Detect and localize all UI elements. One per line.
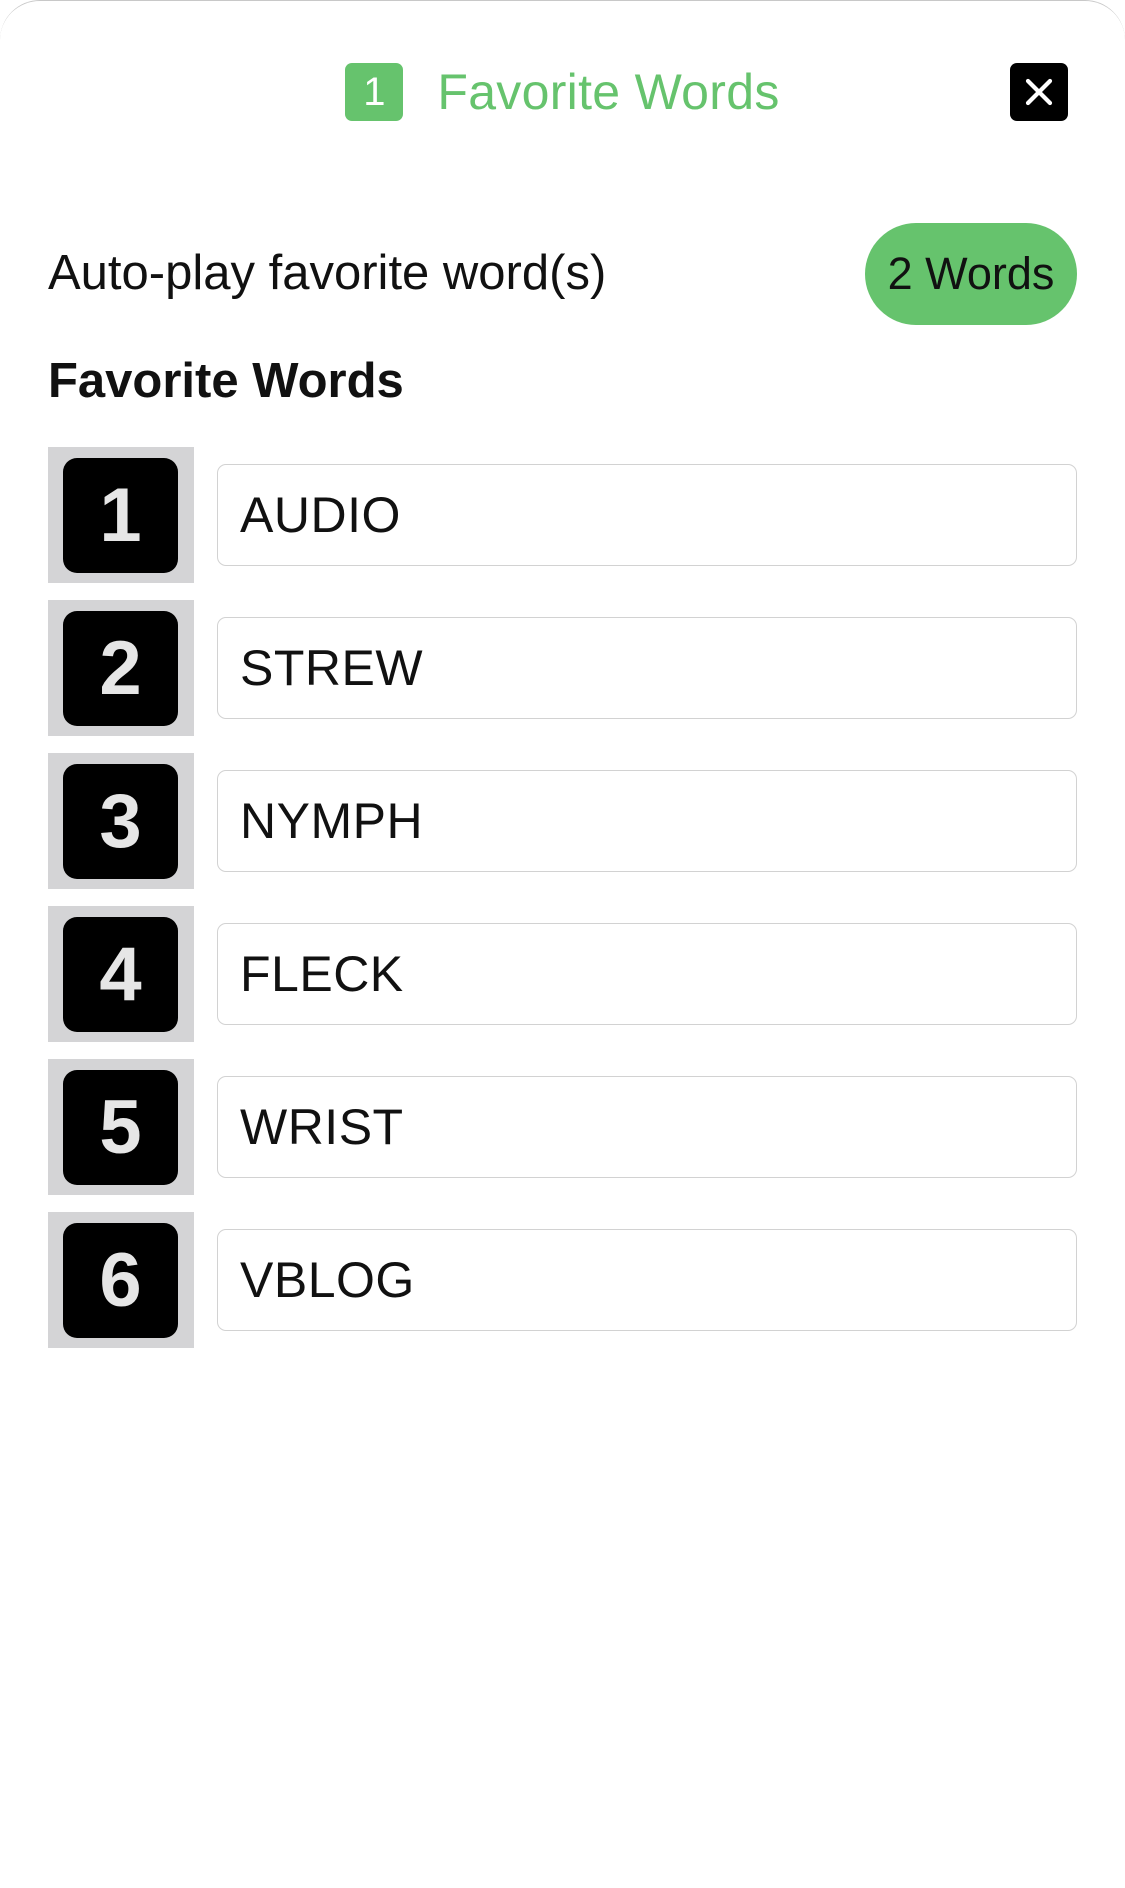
number-tile: 4 <box>48 906 194 1042</box>
word-field[interactable]: STREW <box>217 617 1077 719</box>
favorite-words-list: 1 AUDIO 2 STREW 3 NYMPH 4 FLECK 5 WRIST … <box>48 447 1077 1365</box>
list-item: 5 WRIST <box>48 1059 1077 1195</box>
number-tile: 2 <box>48 600 194 736</box>
number-key: 3 <box>63 764 178 879</box>
favorite-words-sheet: 1 Favorite Words Auto-play favorite word… <box>0 0 1125 1888</box>
number-key: 4 <box>63 917 178 1032</box>
list-item: 4 FLECK <box>48 906 1077 1042</box>
number-tile: 1 <box>48 447 194 583</box>
number-key: 6 <box>63 1223 178 1338</box>
page-title: Favorite Words <box>437 64 780 120</box>
word-field[interactable]: VBLOG <box>217 1229 1077 1331</box>
sheet-header: 1 Favorite Words <box>0 1 1125 181</box>
list-item: 2 STREW <box>48 600 1077 736</box>
autoplay-row: Auto-play favorite word(s) 2 Words <box>48 223 1077 325</box>
number-tile: 5 <box>48 1059 194 1195</box>
word-field[interactable]: FLECK <box>217 923 1077 1025</box>
number-key: 1 <box>63 458 178 573</box>
word-field[interactable]: NYMPH <box>217 770 1077 872</box>
close-icon <box>1025 78 1053 106</box>
autoplay-count-button[interactable]: 2 Words <box>865 223 1077 325</box>
title-badge: 1 <box>345 63 404 121</box>
number-tile: 3 <box>48 753 194 889</box>
number-tile: 6 <box>48 1212 194 1348</box>
close-button[interactable] <box>1010 63 1068 121</box>
list-item: 3 NYMPH <box>48 753 1077 889</box>
list-item: 1 AUDIO <box>48 447 1077 583</box>
title-group: 1 Favorite Words <box>0 63 1125 121</box>
number-key: 2 <box>63 611 178 726</box>
word-field[interactable]: AUDIO <box>217 464 1077 566</box>
word-field[interactable]: WRIST <box>217 1076 1077 1178</box>
list-item: 6 VBLOG <box>48 1212 1077 1348</box>
number-key: 5 <box>63 1070 178 1185</box>
autoplay-label: Auto-play favorite word(s) <box>48 246 607 300</box>
section-title: Favorite Words <box>48 354 404 408</box>
